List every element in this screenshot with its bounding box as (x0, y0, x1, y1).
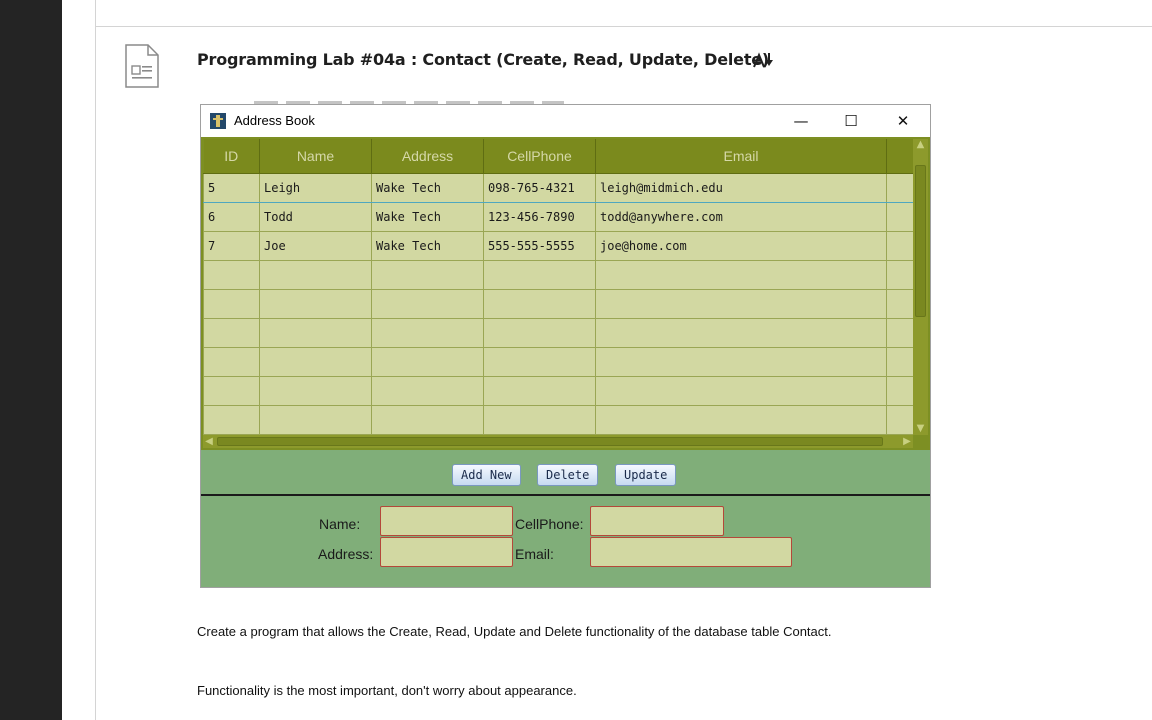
column-header-id[interactable]: ID (203, 139, 260, 174)
vertical-scroll-thumb[interactable] (915, 165, 926, 317)
empty-table-row[interactable] (203, 375, 916, 406)
horizontal-scrollbar[interactable]: ◀ ▶ (203, 435, 913, 448)
column-header-cellphone[interactable]: CellPhone (483, 139, 596, 174)
contact-table[interactable]: ID Name Address CellPhone Email 5 Leigh … (203, 139, 916, 436)
column-header-filler (886, 139, 916, 174)
cell-email[interactable]: todd@anywhere.com (595, 201, 887, 232)
note-paragraph: Functionality is the most important, don… (197, 683, 577, 698)
lab-title: Programming Lab #04a : Contact (Create, … (197, 50, 770, 69)
email-label: Email: (515, 546, 554, 562)
font-size-sort-icon[interactable] (753, 52, 775, 68)
add-new-button[interactable]: Add New (452, 464, 521, 486)
empty-table-row[interactable] (203, 346, 916, 377)
empty-table-row[interactable] (203, 404, 916, 436)
minimize-button[interactable]: — (778, 108, 824, 134)
vertical-scrollbar[interactable]: ▲ ▼ (913, 139, 928, 435)
delete-button[interactable]: Delete (537, 464, 599, 486)
cell-name[interactable]: Todd (259, 201, 372, 232)
table-row[interactable]: 7 Joe Wake Tech 555-555-5555 joe@home.co… (203, 230, 916, 261)
scroll-down-icon[interactable]: ▼ (913, 423, 928, 435)
window-title: Address Book (234, 113, 315, 128)
cellphone-label: CellPhone: (515, 516, 584, 532)
contact-table-panel: ID Name Address CellPhone Email 5 Leigh … (201, 137, 930, 450)
contact-form: Name: CellPhone: Address: Email: (201, 496, 930, 587)
cell-filler[interactable] (886, 201, 916, 232)
update-button[interactable]: Update (615, 464, 677, 486)
cell-filler[interactable] (886, 172, 916, 203)
cell-address[interactable]: Wake Tech (371, 201, 484, 232)
name-label: Name: (319, 516, 361, 532)
scroll-right-icon[interactable]: ▶ (901, 435, 913, 448)
cell-id[interactable]: 5 (203, 172, 260, 203)
scroll-up-icon[interactable]: ▲ (913, 139, 928, 151)
empty-table-row[interactable] (203, 288, 916, 319)
cellphone-field[interactable] (590, 506, 724, 536)
empty-table-row[interactable] (203, 317, 916, 348)
address-label: Address: (318, 546, 374, 562)
left-sidebar-rail (0, 0, 62, 720)
table-row[interactable]: 6 Todd Wake Tech 123-456-7890 todd@anywh… (203, 201, 916, 232)
cell-filler[interactable] (886, 230, 916, 261)
cell-name[interactable]: Joe (259, 230, 372, 261)
column-header-address[interactable]: Address (371, 139, 484, 174)
cell-address[interactable]: Wake Tech (371, 172, 484, 203)
cell-id[interactable]: 6 (203, 201, 260, 232)
description-paragraph: Create a program that allows the Create,… (197, 624, 832, 639)
cell-cellphone[interactable]: 098-765-4321 (483, 172, 596, 203)
scroll-left-icon[interactable]: ◀ (203, 435, 215, 448)
cell-cellphone[interactable]: 123-456-7890 (483, 201, 596, 232)
cell-email[interactable]: joe@home.com (595, 230, 887, 261)
address-book-window: Address Book — ☐ ✕ ID Name Address CellP… (200, 104, 931, 588)
button-bar: Add New Delete Update (201, 450, 930, 496)
name-field[interactable] (380, 506, 513, 536)
column-header-email[interactable]: Email (595, 139, 887, 174)
cell-name[interactable]: Leigh (259, 172, 372, 203)
cell-email[interactable]: leigh@midmich.edu (595, 172, 887, 203)
table-row[interactable]: 5 Leigh Wake Tech 098-765-4321 leigh@mid… (203, 172, 916, 203)
address-field[interactable] (380, 537, 513, 567)
table-header-row: ID Name Address CellPhone Email (203, 139, 916, 174)
cell-address[interactable]: Wake Tech (371, 230, 484, 261)
horizontal-scroll-thumb[interactable] (217, 437, 883, 446)
cell-id[interactable]: 7 (203, 230, 260, 261)
content-top-border (96, 26, 1152, 27)
window-titlebar[interactable]: Address Book — ☐ ✕ (201, 105, 930, 137)
content-left-border (95, 0, 96, 720)
column-header-name[interactable]: Name (259, 139, 372, 174)
email-field[interactable] (590, 537, 792, 567)
document-icon (125, 44, 159, 88)
empty-table-row[interactable] (203, 259, 916, 290)
maximize-button[interactable]: ☐ (828, 108, 874, 134)
close-button[interactable]: ✕ (880, 108, 926, 134)
java-app-icon (210, 113, 226, 129)
cell-cellphone[interactable]: 555-555-5555 (483, 230, 596, 261)
